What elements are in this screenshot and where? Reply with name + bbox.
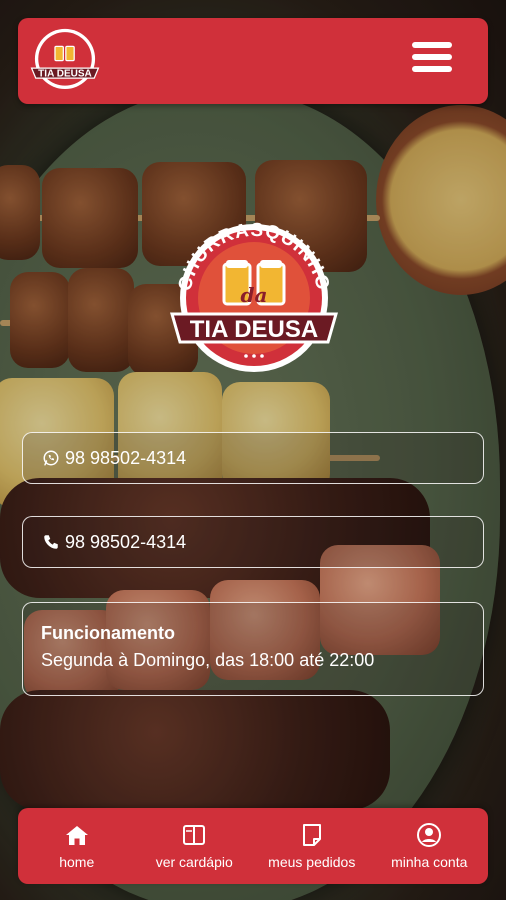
account-icon: [416, 822, 442, 848]
nav-orders[interactable]: meus pedidos: [253, 808, 371, 884]
opening-hours-title: Funcionamento: [41, 623, 175, 643]
nav-home-label: home: [59, 854, 95, 870]
whatsapp-contact[interactable]: 98 98502-4314: [22, 432, 484, 484]
menu-book-icon: [181, 822, 207, 848]
brand-script-word: da: [241, 283, 268, 307]
nav-menu-label: ver cardápio: [155, 854, 233, 870]
hamburger-menu-icon[interactable]: [412, 42, 452, 80]
nav-account[interactable]: minha conta: [371, 808, 489, 884]
top-bar: TIA DEUSA: [18, 18, 488, 104]
brand-logo-small[interactable]: TIA DEUSA: [26, 28, 104, 94]
opening-hours-text: Segunda à Domingo, das 18:00 até 22:00: [41, 650, 375, 670]
whatsapp-number: 98 98502-4314: [65, 447, 187, 468]
nav-orders-label: meus pedidos: [268, 854, 356, 870]
home-icon: [64, 822, 90, 848]
bottom-nav: home ver cardápio meus pedidos minha con…: [18, 808, 488, 884]
brand-name: TIA DEUSA: [38, 68, 92, 79]
opening-hours-card: Funcionamento Segunda à Domingo, das 18:…: [22, 602, 484, 696]
brand-logo: CHURRASQUINHO da TIA DEUSA: [168, 218, 340, 376]
orders-icon: [299, 822, 325, 848]
phone-contact[interactable]: 98 98502-4314: [22, 516, 484, 568]
phone-icon: [41, 532, 61, 552]
nav-menu[interactable]: ver cardápio: [136, 808, 254, 884]
nav-account-label: minha conta: [391, 854, 468, 870]
nav-home[interactable]: home: [18, 808, 136, 884]
whatsapp-icon: [41, 448, 61, 468]
phone-number: 98 98502-4314: [65, 531, 187, 552]
brand-name: TIA DEUSA: [190, 316, 318, 343]
